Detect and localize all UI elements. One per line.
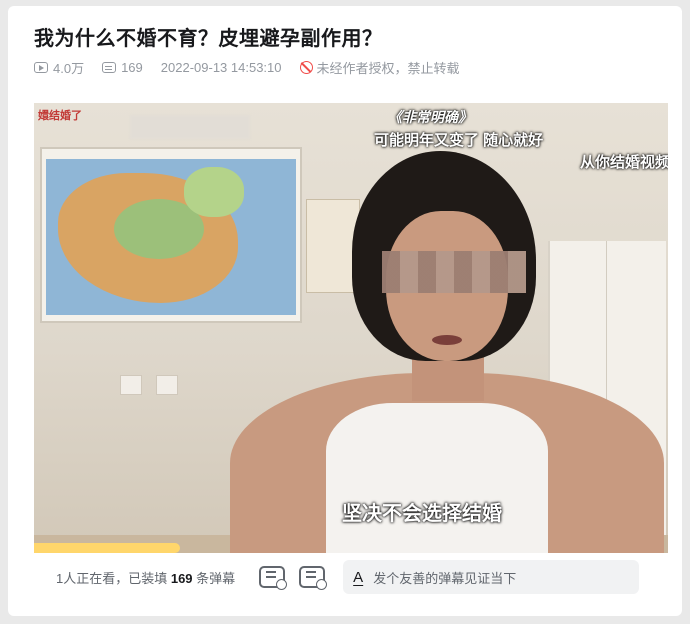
font-icon[interactable]: A — [353, 569, 363, 586]
video-title: 我为什么不婚不育？皮埋避孕副作用？ — [34, 28, 383, 50]
meta-row: 4.0万 169 2022-09-13 14:53:10 未经作者授权，禁止转载 — [34, 58, 460, 76]
mosaic-blur — [382, 251, 526, 293]
danmaku-toggle-icon[interactable] — [259, 566, 288, 590]
channel-logo: 嬛结婚了 — [38, 110, 82, 122]
danmaku-count-icon — [102, 61, 117, 73]
danmaku-input[interactable]: A 发个友善的弹幕见证当下 — [343, 560, 640, 594]
forbid-icon — [299, 60, 313, 74]
danmaku-bar: 1人正在看，已装填 169 条弹幕 A 发个友善的弹幕见证当下 — [34, 556, 668, 598]
progress-fill — [34, 543, 180, 553]
caption-show: 《非常明确》 — [388, 109, 472, 125]
danmaku-placeholder: 发个友善的弹幕见证当下 — [373, 570, 517, 586]
progress-bar[interactable] — [34, 543, 668, 553]
video-player[interactable]: 嬛结婚了 《非常明确》 可能明年又变了 随心就好 从你结婚视频 坚决不会选择结婚 — [34, 103, 668, 553]
viewer-status: 1人正在看，已装填 169 条弹幕 — [56, 570, 236, 586]
caption-line2: 从你结婚视频 — [580, 154, 668, 171]
publish-datetime: 2022-09-13 14:53:10 — [160, 59, 282, 75]
copyright-notice: 未经作者授权，禁止转载 — [316, 60, 460, 76]
caption-line1: 可能明年又变了 随心就好 — [374, 132, 544, 149]
danmaku-count: 169 — [121, 59, 143, 75]
danmaku-settings-icon[interactable] — [299, 566, 328, 590]
view-count: 4.0万 — [53, 60, 85, 76]
video-subtitle: 坚决不会选择结婚 — [342, 503, 502, 525]
play-count-icon — [34, 61, 48, 73]
